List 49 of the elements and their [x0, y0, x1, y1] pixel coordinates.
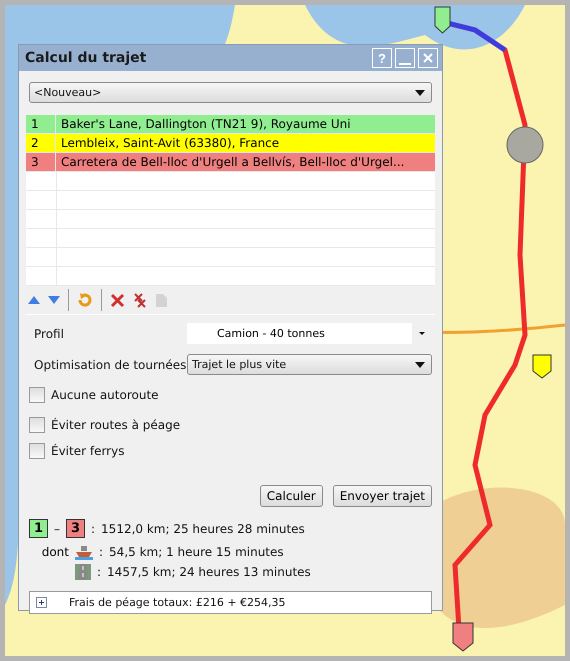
dropdown-arrow-icon [415, 90, 425, 96]
reverse-icon[interactable] [77, 292, 93, 308]
delete-all-icon[interactable] [133, 292, 147, 308]
waypoint-address: Lembleix, Saint-Avit (63380), France [60, 135, 280, 152]
colon: : [91, 522, 96, 536]
minimize-icon [399, 63, 411, 65]
dont-label: dont [40, 545, 69, 559]
profile-select[interactable]: Camion - 40 tonnes [187, 323, 432, 344]
waypoint-row[interactable]: 1 Baker's Lane, Dallington (TN21 9), Royaume Uni [26, 115, 435, 134]
minimize-button[interactable] [395, 48, 415, 68]
total-distance: 1512,0 km; 25 heures 28 minutes [101, 522, 305, 536]
dropdown-arrow-icon [415, 362, 425, 368]
dash: – [54, 522, 60, 536]
ferry-icon [75, 544, 93, 560]
waypoint-number: 1 [26, 115, 56, 133]
action-button[interactable]: Envoyer trajet [332, 485, 432, 507]
action-button[interactable]: Calculer [260, 485, 323, 507]
delete-icon[interactable] [110, 292, 125, 308]
colon: : [97, 565, 102, 579]
colon: : [99, 545, 104, 559]
toll-total: Frais de péage totaux: £216 + €254,35 [69, 596, 286, 609]
optimisation-label: Optimisation de tournées [33, 358, 187, 372]
waypoint-row[interactable]: 2 Lembleix, Saint-Avit (63380), France [26, 134, 435, 153]
expand-icon[interactable] [36, 597, 47, 608]
optimisation-select[interactable]: Trajet le plus vite [187, 354, 432, 375]
profile-label: Profil [33, 326, 65, 340]
waypoint-number: 2 [26, 134, 56, 152]
end-badge: 3 [66, 519, 85, 538]
move-down-icon[interactable] [48, 296, 60, 304]
waypoint-number: 3 [26, 153, 56, 171]
close-icon [423, 53, 433, 63]
segment-distance: 54,5 km; 1 heure 15 minutes [109, 545, 284, 559]
waypoint-address: Carretera de Bell-lloc d'Urgell a Bellvís, Bell-lloc d'Urgel... [60, 154, 406, 171]
close-button[interactable] [418, 48, 438, 68]
start-badge: 1 [29, 519, 48, 538]
segment-distance: 1457,5 km; 24 heures 13 minutes [107, 565, 311, 579]
option-label: Éviter ferrys [51, 444, 124, 458]
window-title: Calcul du trajet [25, 50, 148, 66]
checkbox[interactable] [29, 417, 45, 433]
road-icon [75, 564, 91, 580]
route-select[interactable]: <Nouveau> [29, 82, 432, 103]
option-label: Éviter routes à péage [51, 418, 180, 432]
checkbox[interactable] [29, 443, 45, 459]
waypoint-address: Baker's Lane, Dallington (TN21 9), Royaume Uni [60, 116, 352, 133]
move-up-icon[interactable] [28, 296, 40, 304]
waypoint-row[interactable]: 3 Carretera de Bell-lloc d'Urgell a Bellvís, Bell-lloc d'Urgel... [26, 153, 435, 172]
checkbox[interactable] [29, 387, 45, 403]
option-label: Aucune autoroute [51, 388, 159, 402]
dropdown-arrow-icon [419, 332, 425, 335]
